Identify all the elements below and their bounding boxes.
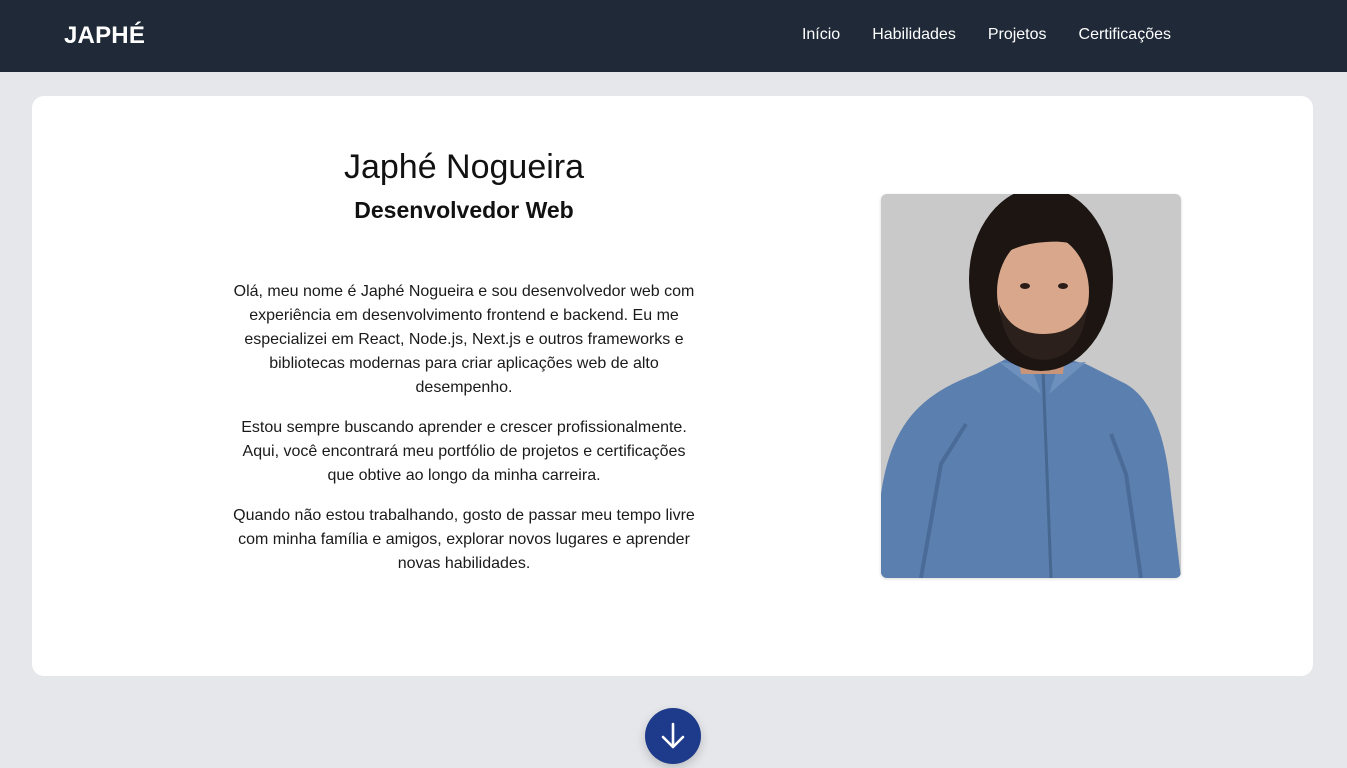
profile-role: Desenvolvedor Web: [354, 197, 574, 223]
profile-intro: Japhé Nogueira Desenvolvedor Web Olá, me…: [228, 146, 700, 592]
profile-card: Japhé Nogueira Desenvolvedor Web Olá, me…: [32, 96, 1313, 676]
brand-logo[interactable]: JAPHÉ: [64, 22, 145, 50]
bio-paragraph: Estou sempre buscando aprender e crescer…: [241, 419, 687, 484]
scroll-down-button[interactable]: [645, 708, 701, 764]
profile-bio: Olá, meu nome é Japhé Nogueira e sou des…: [228, 280, 700, 576]
profile-photo: [881, 194, 1181, 578]
nav-menu: Início Habilidades Projetos Certificaçõe…: [802, 24, 1171, 46]
profile-name: Japhé Nogueira: [343, 148, 585, 186]
nav-link-projetos[interactable]: Projetos: [988, 24, 1047, 46]
navbar: JAPHÉ Início Habilidades Projetos Certif…: [0, 0, 1347, 72]
bio-paragraph: Olá, meu nome é Japhé Nogueira e sou des…: [233, 283, 695, 396]
nav-link-certificacoes[interactable]: Certificações: [1079, 24, 1171, 46]
nav-link-habilidades[interactable]: Habilidades: [872, 24, 956, 46]
arrow-down-icon: [661, 722, 685, 749]
nav-link-inicio[interactable]: Início: [802, 24, 840, 46]
bio-paragraph: Quando não estou trabalhando, gosto de p…: [233, 507, 695, 572]
